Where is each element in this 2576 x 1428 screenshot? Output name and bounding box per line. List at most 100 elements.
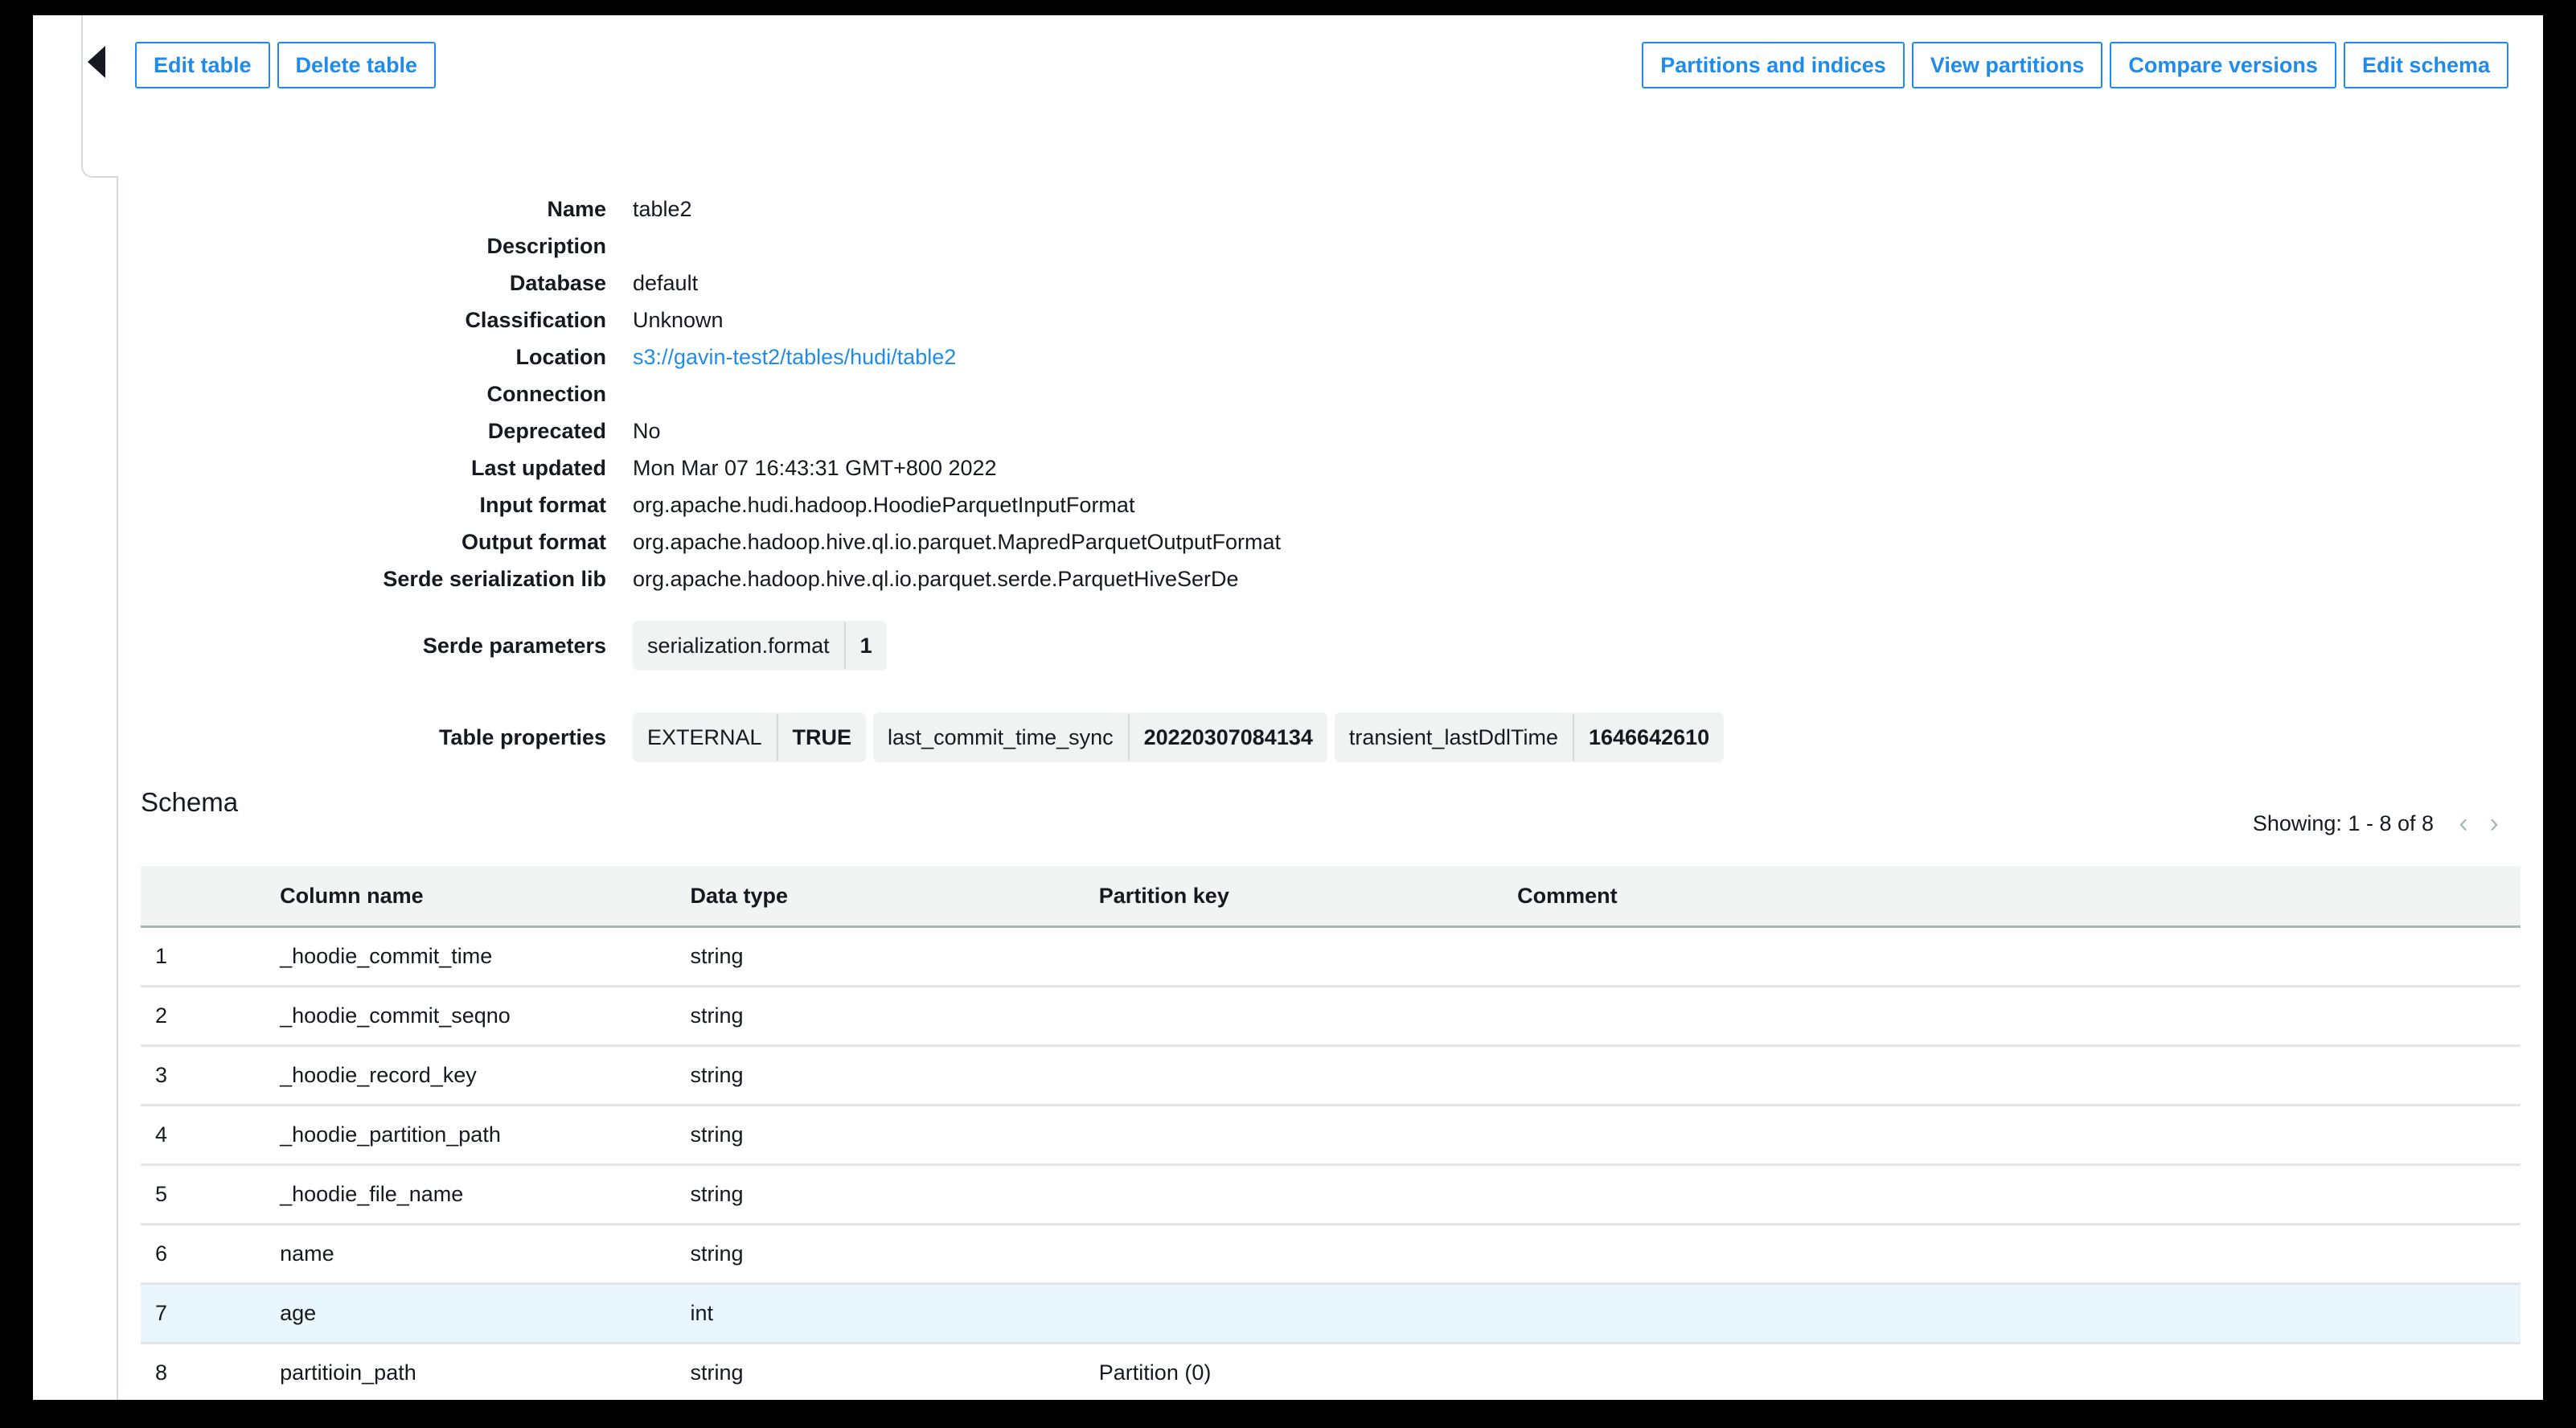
cell-data-type: string <box>690 1164 1099 1225</box>
action-toolbar: Edit table Delete table Partitions and i… <box>118 42 2543 92</box>
detail-label-location: Location <box>515 345 607 369</box>
detail-label-description: Description <box>486 234 606 258</box>
cell-index: 2 <box>141 986 281 1047</box>
cell-data-type: string <box>690 1105 1099 1166</box>
cell-data-type: string <box>690 1224 1099 1285</box>
schema-table-head: Column name Data type Partition key Comm… <box>141 866 2521 928</box>
cell-comment <box>1517 1045 2521 1106</box>
schema-table-wrapper: Column name Data type Partition key Comm… <box>141 866 2521 1400</box>
detail-value-location: s3://gavin-test2/tables/hudi/table2 <box>633 344 956 371</box>
schema-heading: Schema <box>141 787 239 817</box>
view-partitions-button[interactable]: View partitions <box>1911 42 2103 88</box>
detail-row-description: Description <box>118 233 2543 270</box>
cell-index: 3 <box>141 1045 281 1106</box>
table-row[interactable]: 4 _hoodie_partition_path string <box>141 1105 2521 1166</box>
cell-comment <box>1517 1164 2521 1225</box>
left-triangle-icon[interactable] <box>88 46 105 78</box>
table-row[interactable]: 2 _hoodie_commit_seqno string <box>141 986 2521 1047</box>
table-property-chip-value: 1646642610 <box>1588 724 1710 749</box>
chevron-left-icon[interactable]: ‹ <box>2448 808 2479 839</box>
detail-row-table-properties: Table properties EXTERNAL TRUE last_commit… <box>118 712 2543 786</box>
edit-schema-button[interactable]: Edit schema <box>2343 42 2508 88</box>
cell-data-type: string <box>690 986 1099 1047</box>
cell-comment <box>1517 1105 2521 1166</box>
cell-data-type: string <box>690 926 1099 987</box>
location-link[interactable]: s3://gavin-test2/tables/hudi/table2 <box>633 345 956 369</box>
edit-table-button[interactable]: Edit table <box>135 42 270 88</box>
detail-label-database: Database <box>509 271 606 295</box>
cell-index: 6 <box>141 1224 281 1285</box>
sidebar-collapse-rail <box>33 15 118 1400</box>
serde-parameter-chip-key: serialization.format <box>647 633 830 658</box>
cell-comment <box>1517 1283 2521 1344</box>
cell-comment <box>1517 986 2521 1047</box>
table-property-chip-value: TRUE <box>792 724 852 749</box>
cell-partition-key: Partition (0) <box>1098 1343 1518 1400</box>
cell-column-name: name <box>280 1224 691 1285</box>
detail-value-input-format: org.apache.hudi.hadoop.HoodieParquetInpu… <box>633 493 1135 517</box>
serde-parameters-chips: serialization.format 1 <box>633 621 887 671</box>
table-property-chip-key: EXTERNAL <box>647 724 762 749</box>
cell-column-name: _hoodie_partition_path <box>280 1105 691 1166</box>
detail-value-database: default <box>633 271 699 295</box>
cell-comment <box>1517 1343 2521 1400</box>
detail-label-output-format: Output format <box>461 530 606 554</box>
table-property-chip-key: transient_lastDdlTime <box>1348 724 1558 749</box>
cell-index: 8 <box>141 1343 281 1400</box>
partitions-and-indices-button[interactable]: Partitions and indices <box>1642 42 1905 88</box>
table-row[interactable]: 6 name string <box>141 1224 2521 1285</box>
table-row[interactable]: 1 _hoodie_commit_time string <box>141 926 2521 987</box>
table-details-page: Edit table Delete table Partitions and i… <box>33 15 2543 1400</box>
detail-label-table-properties: Table properties <box>438 725 606 749</box>
detail-label-serde-lib: Serde serialization lib <box>383 567 606 591</box>
detail-row-serde-lib: Serde serialization lib org.apache.hadoo… <box>118 566 2543 603</box>
detail-label-connection: Connection <box>486 382 607 406</box>
schema-pagination: Showing: 1 - 8 of 8 ‹ › <box>2253 808 2509 839</box>
cell-partition-key <box>1098 1283 1518 1344</box>
cell-column-name: _hoodie_commit_seqno <box>280 986 691 1047</box>
table-row[interactable]: 7 age int <box>141 1283 2521 1344</box>
cell-comment <box>1517 1224 2521 1285</box>
cell-partition-key <box>1098 986 1518 1047</box>
detail-row-last-updated: Last updated Mon Mar 07 16:43:31 GMT+800… <box>118 455 2543 492</box>
detail-value-serde-lib: org.apache.hadoop.hive.ql.io.parquet.ser… <box>633 567 1239 591</box>
table-property-chip: EXTERNAL TRUE <box>633 712 867 762</box>
table-row[interactable]: 3 _hoodie_record_key string <box>141 1045 2521 1106</box>
cell-column-name: partitioin_path <box>280 1343 691 1400</box>
column-header-comment: Comment <box>1517 866 2521 928</box>
detail-row-classification: Classification Unknown <box>118 307 2543 344</box>
cell-partition-key <box>1098 926 1518 987</box>
detail-value-output-format: org.apache.hadoop.hive.ql.io.parquet.Map… <box>633 530 1282 554</box>
table-row[interactable]: 8 partitioin_path string Partition (0) <box>141 1343 2521 1400</box>
cell-index: 5 <box>141 1164 281 1225</box>
table-property-chip: transient_lastDdlTime 1646642610 <box>1334 712 1725 762</box>
detail-value-deprecated: No <box>633 419 661 443</box>
table-row[interactable]: 5 _hoodie_file_name string <box>141 1164 2521 1225</box>
column-header-column-name: Column name <box>280 866 691 928</box>
detail-value-classification: Unknown <box>633 308 724 332</box>
chevron-right-icon[interactable]: › <box>2479 808 2509 839</box>
schema-table-body: 1 _hoodie_commit_time string 2 _hoodie_commi… <box>141 926 2521 1400</box>
schema-header-row: Column name Data type Partition key Comm… <box>141 866 2521 928</box>
cell-column-name: _hoodie_record_key <box>280 1045 691 1106</box>
detail-value-name: table2 <box>633 197 692 221</box>
table-property-chip: last_commit_time_sync 20220307084134 <box>873 712 1327 762</box>
cell-partition-key <box>1098 1105 1518 1166</box>
serde-parameter-chip: serialization.format 1 <box>633 621 887 671</box>
detail-row-output-format: Output format org.apache.hadoop.hive.ql.… <box>118 529 2543 566</box>
cell-index: 4 <box>141 1105 281 1166</box>
detail-label-last-updated: Last updated <box>470 456 606 480</box>
delete-table-button[interactable]: Delete table <box>277 42 437 88</box>
cell-partition-key <box>1098 1164 1518 1225</box>
detail-label-serde-parameters: Serde parameters <box>422 634 606 658</box>
cell-column-name: _hoodie_file_name <box>280 1164 691 1225</box>
detail-value-last-updated: Mon Mar 07 16:43:31 GMT+800 2022 <box>633 456 997 480</box>
cell-data-type: int <box>690 1283 1099 1344</box>
cell-partition-key <box>1098 1045 1518 1106</box>
table-details-list: Name table2 Description Database default… <box>118 196 2543 786</box>
detail-label-deprecated: Deprecated <box>487 419 606 443</box>
detail-row-name: Name table2 <box>118 196 2543 233</box>
cell-comment <box>1517 926 2521 987</box>
cell-column-name: _hoodie_commit_time <box>280 926 691 987</box>
compare-versions-button[interactable]: Compare versions <box>2110 42 2336 88</box>
